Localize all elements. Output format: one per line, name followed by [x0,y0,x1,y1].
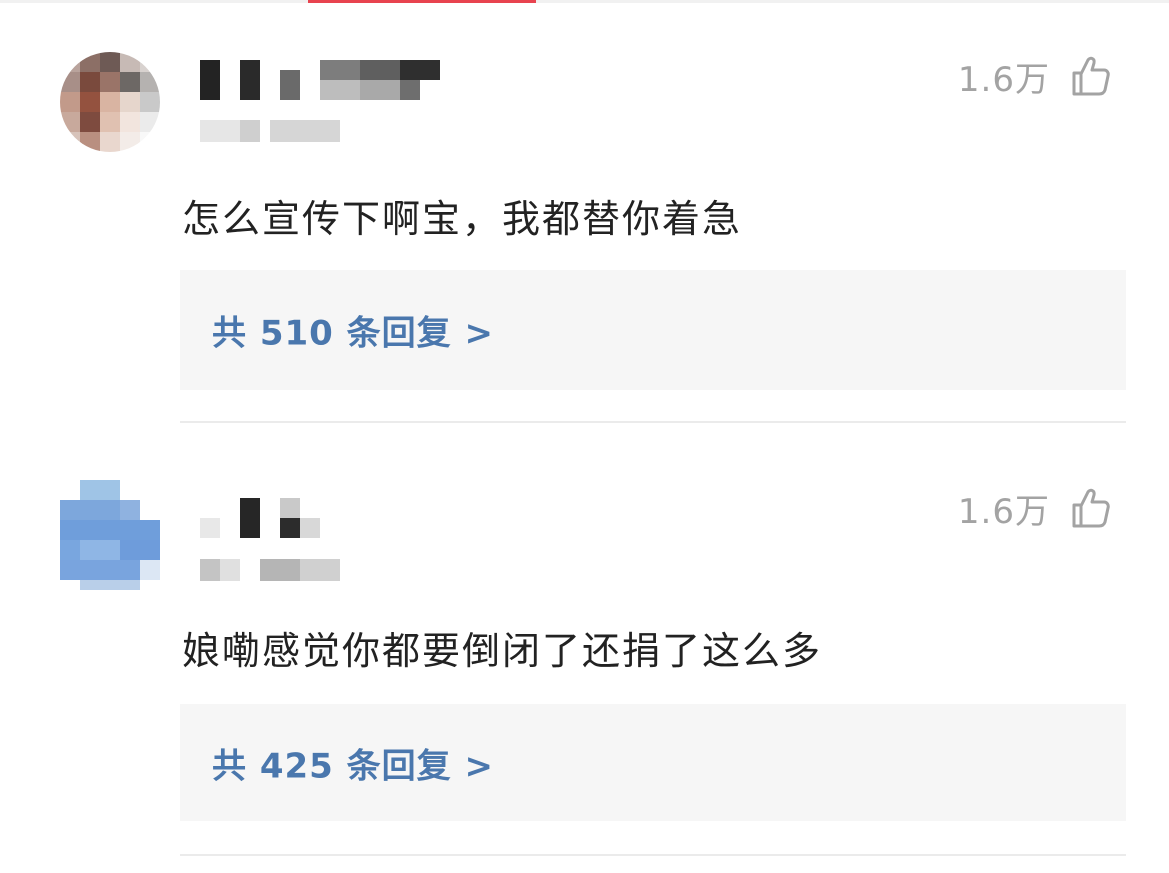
like-count: 1.6万 [957,492,1050,532]
comment-item: 1.6万 娘嘞感觉你都要倒闭了还捐了这么多 共 425 条回复 > [0,424,1169,873]
view-replies-link[interactable]: 共 425 条回复 > [212,738,494,787]
view-replies-link[interactable]: 共 510 条回复 > [212,306,494,355]
divider [180,421,1126,423]
comment-text: 怎么宣传下啊宝，我都替你着急 [182,197,743,241]
avatar[interactable] [60,480,160,590]
like-button[interactable]: 1.6万 [958,484,1112,533]
like-button[interactable]: 1.6万 [958,52,1112,101]
divider [180,854,1126,856]
thumbs-up-icon [1072,56,1110,95]
comment-text: 娘嘞感觉你都要倒闭了还捐了这么多 [182,629,823,673]
avatar[interactable] [60,52,160,152]
comment-item: 1.6万 怎么宣传下啊宝，我都替你着急 共 510 条回复 > [0,0,1169,424]
thumbs-up-icon [1072,488,1110,527]
reply-summary-box[interactable]: 共 510 条回复 > [180,270,1126,390]
like-count: 1.6万 [957,60,1050,100]
reply-summary-box[interactable]: 共 425 条回复 > [180,704,1126,821]
